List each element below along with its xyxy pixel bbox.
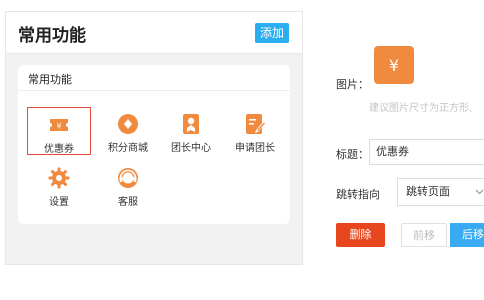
- move-backward-button[interactable]: 后移: [450, 223, 484, 247]
- function-item-apply-leader[interactable]: 申请团长: [223, 107, 287, 155]
- points-mall-icon: [118, 114, 138, 134]
- panel-header: 常用功能 添加: [6, 12, 302, 54]
- delete-button[interactable]: 删除: [336, 223, 385, 247]
- title-input[interactable]: 优惠券: [369, 139, 484, 165]
- function-item-label: 申请团长: [235, 143, 275, 154]
- function-item-label: 客服: [118, 197, 138, 208]
- function-item-label: 积分商城: [108, 143, 148, 154]
- move-forward-button[interactable]: 前移: [401, 223, 447, 247]
- coupon-icon: ¥: [50, 119, 68, 131]
- add-button[interactable]: 添加: [255, 23, 289, 43]
- jump-select-value: 跳转页面: [406, 186, 450, 198]
- card-divider: [18, 90, 290, 91]
- picture-label: 图片：: [336, 79, 369, 91]
- apply-leader-icon: [246, 114, 266, 134]
- function-item-label: 优惠券: [44, 144, 74, 155]
- picture-upload[interactable]: ¥: [374, 46, 414, 84]
- settings-gear-icon: [48, 167, 70, 189]
- function-item-label: 设置: [49, 197, 69, 208]
- customer-service-icon: [118, 168, 138, 188]
- function-item-settings[interactable]: 设置: [27, 161, 91, 209]
- function-item-leader-center[interactable]: 团长中心: [159, 107, 223, 155]
- leader-center-icon: [183, 114, 199, 134]
- functions-panel: 常用功能 添加 常用功能 ¥ 优惠券 积分商城 团长中心 申请团长 设置 客服: [5, 11, 303, 265]
- jump-label: 跳转指向: [336, 189, 380, 201]
- jump-select[interactable]: 跳转页面: [397, 178, 484, 206]
- function-item-points-mall[interactable]: 积分商城: [96, 107, 160, 155]
- card-title: 常用功能: [28, 74, 72, 86]
- function-item-label: 团长中心: [171, 143, 211, 154]
- function-item-customer-service[interactable]: 客服: [96, 161, 160, 209]
- svg-text:¥: ¥: [389, 56, 399, 75]
- functions-card: 常用功能 ¥ 优惠券 积分商城 团长中心 申请团长 设置 客服: [18, 65, 290, 224]
- picture-hint: 建议图片尺寸为正方形,: [369, 103, 472, 114]
- function-item-coupon[interactable]: ¥ 优惠券: [27, 107, 91, 155]
- chevron-down-icon: [475, 179, 484, 216]
- panel-title: 常用功能: [18, 26, 86, 45]
- coupon-icon: ¥: [389, 56, 399, 75]
- svg-text:¥: ¥: [56, 122, 61, 131]
- title-label: 标题：: [336, 149, 369, 161]
